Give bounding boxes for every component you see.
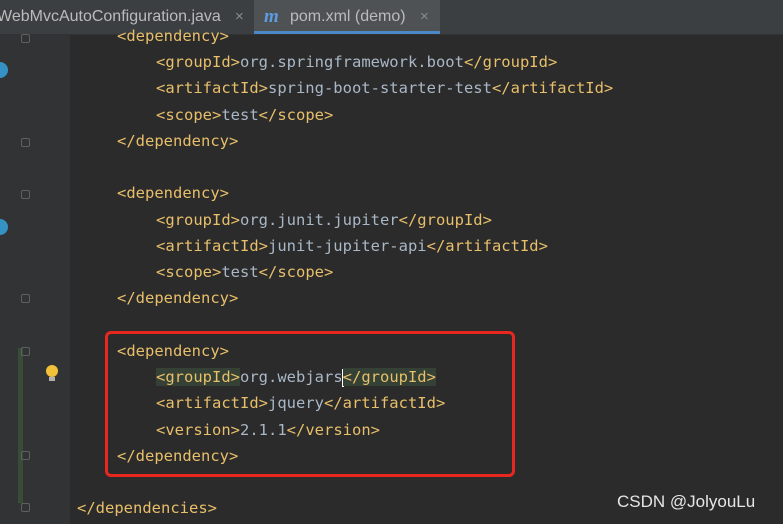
code-line: <scope>test</scope> bbox=[156, 102, 333, 128]
xml-text: spring-boot-starter-test bbox=[267, 79, 492, 97]
xml-tag: <dependency> bbox=[117, 27, 229, 45]
active-tab-indicator bbox=[254, 31, 440, 34]
code-line: <groupId>org.springframework.boot</group… bbox=[156, 49, 557, 75]
xml-tag: </dependency> bbox=[117, 289, 239, 307]
xml-tag: </scope> bbox=[258, 263, 334, 281]
code-line: <dependency> bbox=[117, 23, 229, 49]
xml-tag: <scope> bbox=[156, 106, 222, 124]
xml-tag: <groupId> bbox=[156, 53, 240, 71]
xml-tag: </dependencies> bbox=[77, 499, 217, 517]
tab-label: pom.xml (demo) bbox=[290, 8, 406, 25]
xml-text: org.junit.jupiter bbox=[240, 211, 399, 229]
code-line: <artifactId>spring-boot-starter-test</ar… bbox=[156, 75, 613, 101]
maven-file-icon: m bbox=[264, 6, 279, 27]
code-line: </dependency> bbox=[117, 128, 238, 154]
xml-tag: </scope> bbox=[258, 106, 334, 124]
watermark: CSDN @JolyouLu bbox=[617, 492, 756, 511]
xml-text: test bbox=[221, 263, 259, 281]
code-line: <dependency> bbox=[117, 180, 229, 206]
code-line: <groupId>org.junit.jupiter</groupId> bbox=[156, 207, 492, 233]
xml-tag: </groupId> bbox=[398, 211, 492, 229]
code-line: <artifactId>junit-jupiter-api</artifactI… bbox=[156, 233, 548, 259]
xml-tag: <dependency> bbox=[117, 184, 229, 202]
xml-text: junit-jupiter-api bbox=[267, 237, 427, 255]
annotation-highlight-box bbox=[105, 331, 515, 477]
xml-tag: <artifactId> bbox=[156, 237, 268, 255]
xml-tag: <scope> bbox=[156, 263, 222, 281]
xml-tag: <groupId> bbox=[156, 211, 240, 229]
xml-tag: </artifactId> bbox=[426, 237, 548, 255]
xml-tag: </artifactId> bbox=[491, 79, 614, 97]
code-line: </dependencies> bbox=[77, 495, 217, 521]
xml-text: test bbox=[221, 106, 259, 124]
xml-tag: </groupId> bbox=[463, 53, 558, 71]
xml-text: org.springframework.boot bbox=[240, 53, 464, 71]
close-icon[interactable]: × bbox=[235, 8, 244, 25]
xml-tag: </dependency> bbox=[117, 132, 239, 150]
code-line: </dependency> bbox=[117, 285, 238, 311]
close-icon[interactable]: × bbox=[420, 8, 429, 25]
xml-tag: <artifactId> bbox=[156, 79, 268, 97]
code-line: <scope>test</scope> bbox=[156, 259, 333, 285]
tab-pom-xml[interactable]: m pom.xml (demo) × bbox=[254, 0, 440, 34]
